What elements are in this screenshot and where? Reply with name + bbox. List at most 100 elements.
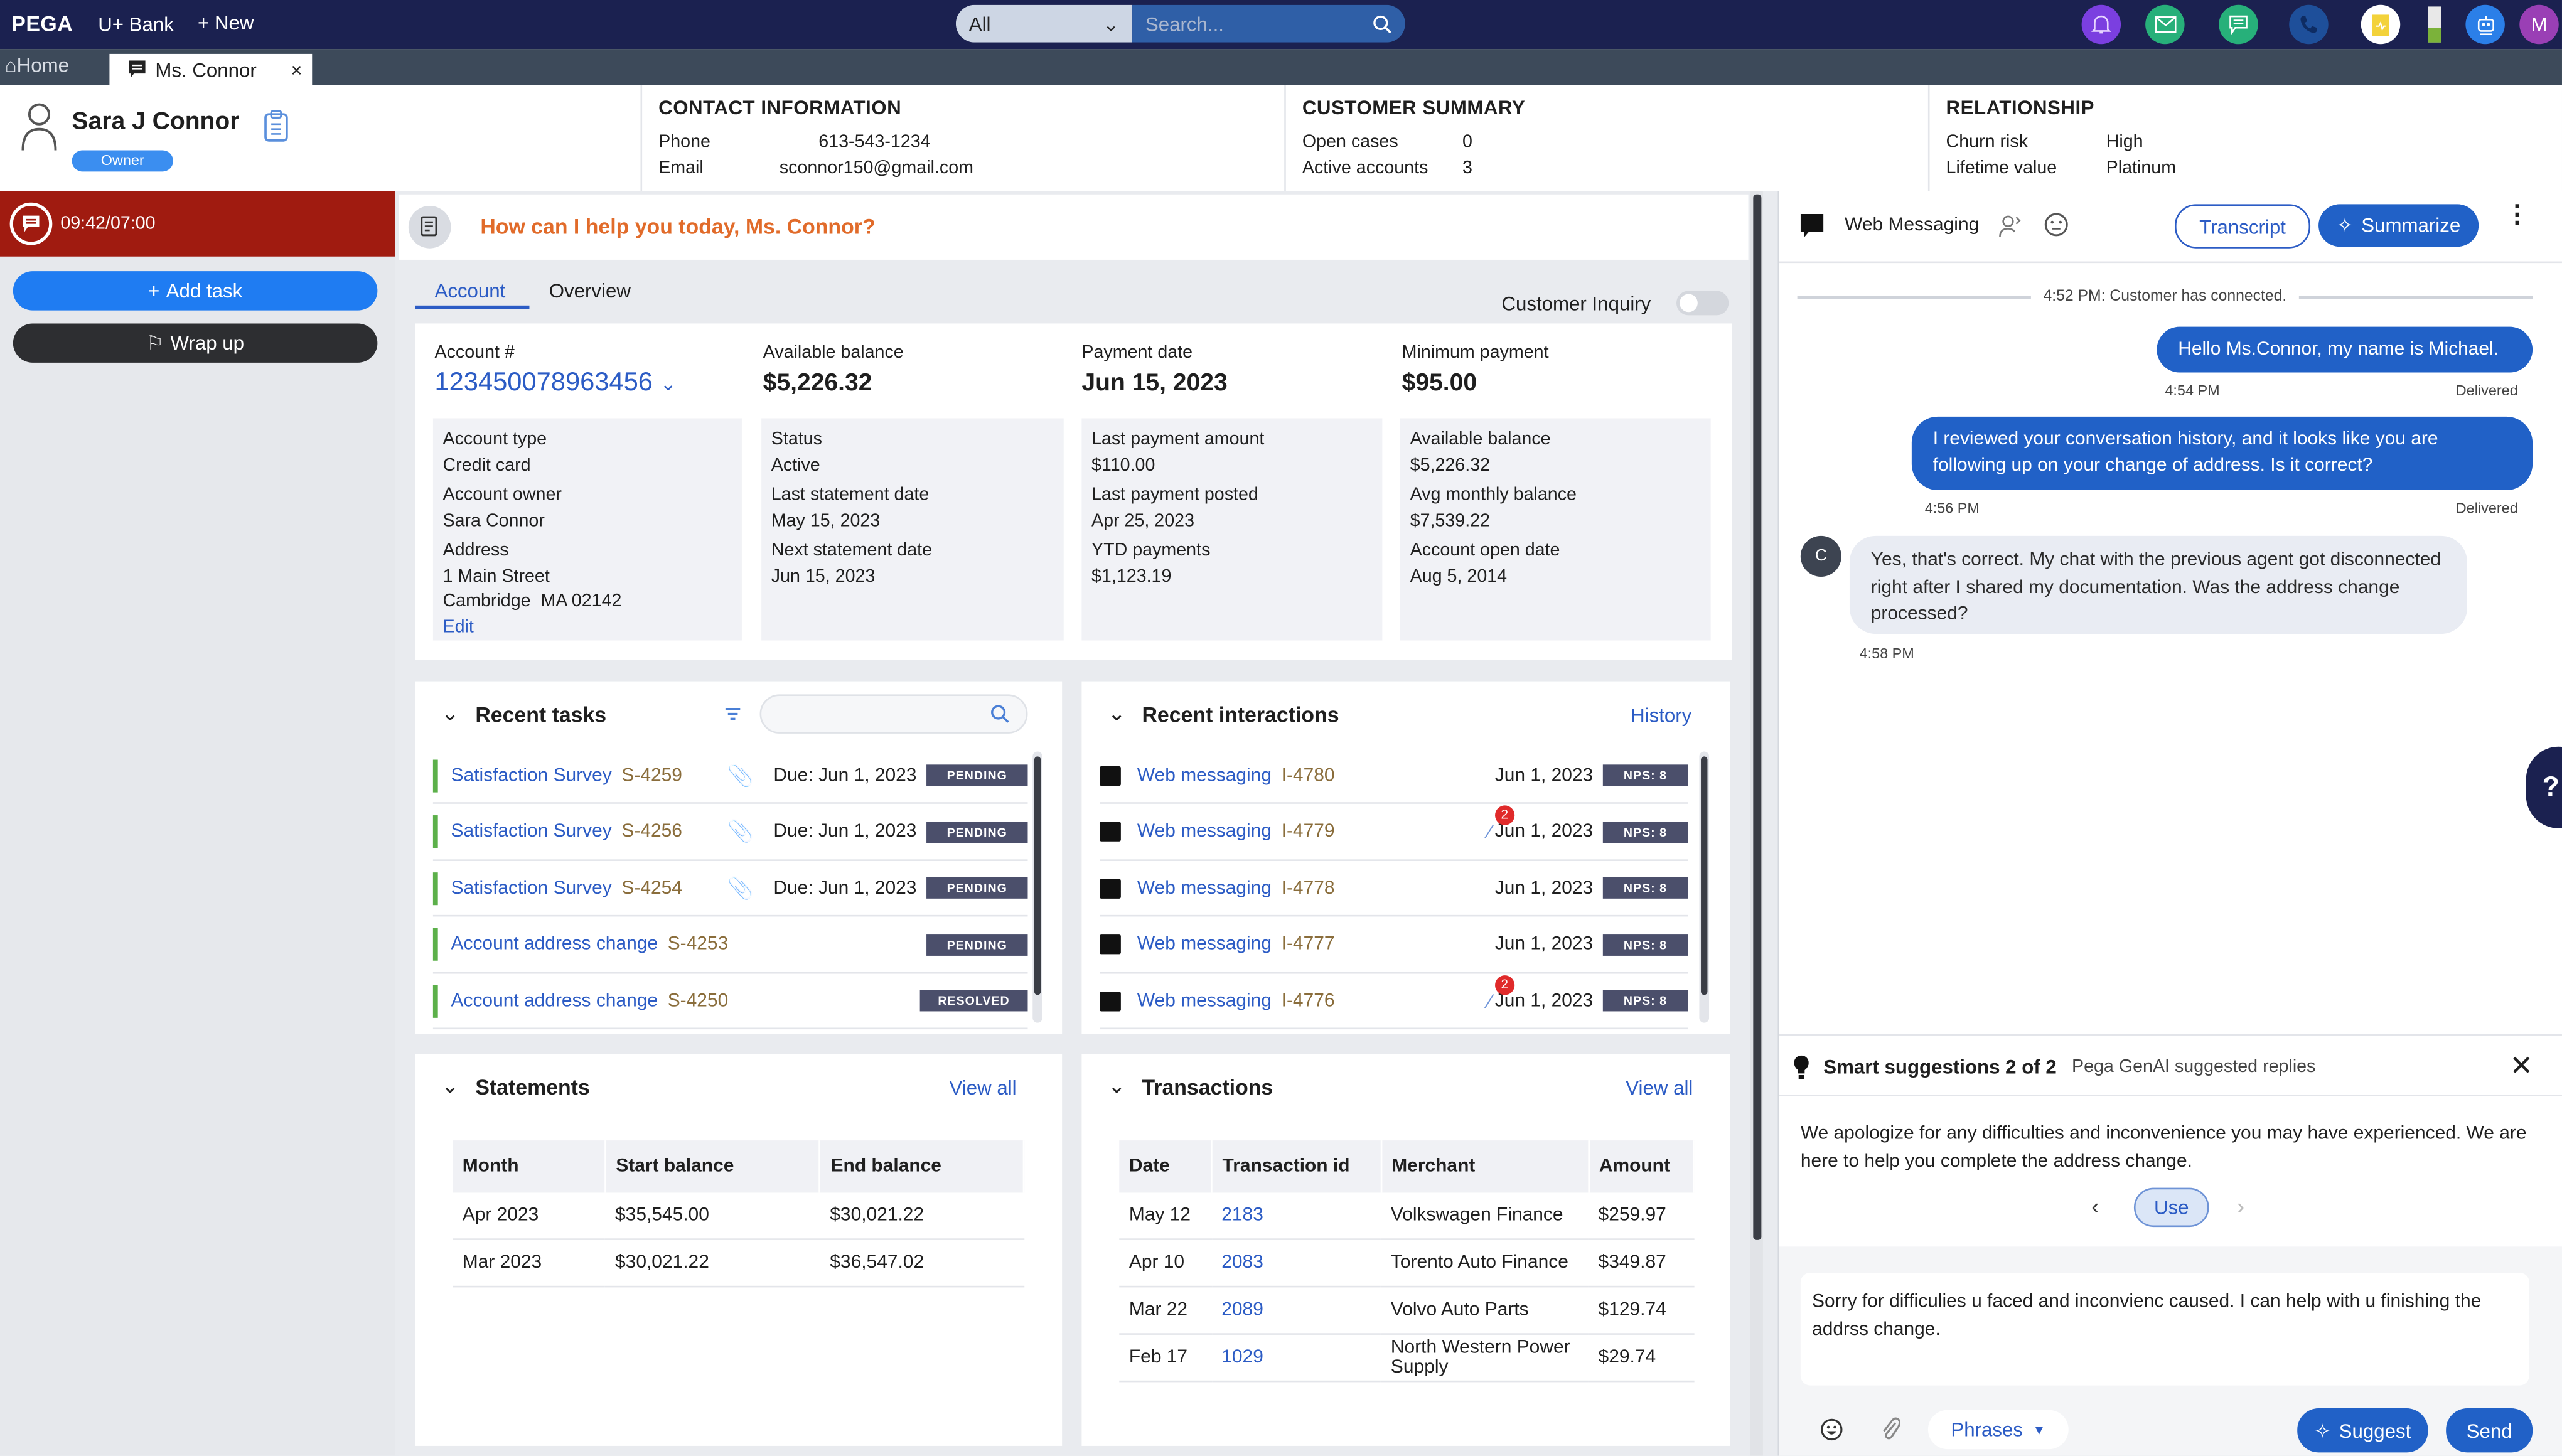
tab-home[interactable]: ⌂Home <box>5 54 69 77</box>
column-header[interactable]: End balance <box>820 1140 1025 1193</box>
column-header[interactable]: Start balance <box>605 1140 821 1193</box>
filter-icon[interactable] <box>724 706 742 724</box>
recent-tasks-header[interactable]: ⌄ Recent tasks <box>441 701 606 727</box>
task-row[interactable]: Account address change S-4253 PENDING <box>432 918 1028 973</box>
transactions-header[interactable]: ⌄ Transactions <box>1108 1073 1273 1100</box>
wrap-up-button[interactable]: ⚐ Wrap up <box>13 323 378 363</box>
customer-inquiry-label: Customer Inquiry <box>1501 292 1651 316</box>
search-icon[interactable] <box>1373 14 1392 33</box>
transaction-id-link[interactable]: 2183 <box>1211 1192 1381 1240</box>
column-header[interactable]: Amount <box>1588 1140 1695 1193</box>
add-task-button[interactable]: + Add task <box>13 271 378 311</box>
clipboard-icon[interactable] <box>2361 4 2401 45</box>
bot-icon[interactable] <box>2465 4 2505 45</box>
transaction-id-link[interactable]: 1029 <box>1211 1334 1381 1383</box>
statements-view-all-link[interactable]: View all <box>950 1077 1017 1100</box>
interactions-scrollbar[interactable] <box>1699 751 1710 1023</box>
transcript-button[interactable]: Transcript <box>2174 204 2311 249</box>
transfer-agent-icon[interactable] <box>1998 214 2021 238</box>
tab-ms-connor[interactable]: Ms. Connor × <box>109 53 313 85</box>
plus-icon: + <box>197 11 210 35</box>
mail-icon[interactable] <box>2145 4 2185 45</box>
task-due-date: Due: Jun 1, 2023 <box>773 878 917 898</box>
transaction-cell: Torento Auto Finance <box>1381 1239 1589 1288</box>
wrap-up-label: Wrap up <box>170 331 245 355</box>
history-link[interactable]: History <box>1631 704 1691 727</box>
interaction-name-link[interactable]: Web messaging <box>1137 934 1272 954</box>
tab-account[interactable]: Account <box>434 279 505 302</box>
tab-overview[interactable]: Overview <box>549 279 631 302</box>
interaction-name-link[interactable]: Web messaging <box>1137 822 1272 841</box>
web-messaging-icon <box>1100 990 1121 1011</box>
previous-suggestion-icon[interactable]: ‹ <box>2091 1192 2099 1219</box>
suggest-button[interactable]: ✧ Suggest <box>2297 1408 2428 1453</box>
task-name-link[interactable]: Account address change <box>451 991 658 1010</box>
task-name-link[interactable]: Satisfaction Survey <box>451 822 612 841</box>
message-input[interactable]: Sorry for difficulies u faced and inconv… <box>1800 1272 2529 1386</box>
task-row[interactable]: Satisfaction Survey S-4259 📎 Due: Jun 1, 20… <box>432 748 1028 804</box>
task-row[interactable]: Account address change S-4250 RESOLVED <box>432 974 1028 1030</box>
attachment-icon[interactable] <box>1880 1416 1900 1441</box>
summarize-button[interactable]: ✧ Summarize <box>2318 204 2479 247</box>
task-row[interactable]: Satisfaction Survey S-4256 📎 Due: Jun 1, 20… <box>432 805 1028 860</box>
customer-inquiry-toggle[interactable] <box>1676 291 1729 316</box>
search-icon[interactable] <box>990 704 1010 724</box>
task-name-link[interactable]: Satisfaction Survey <box>451 878 612 897</box>
nps-badge: NPS: 8 <box>1602 990 1688 1012</box>
interaction-name-link[interactable]: Web messaging <box>1137 766 1272 785</box>
transaction-id-link[interactable]: 2089 <box>1211 1287 1381 1335</box>
column-header[interactable]: Date <box>1119 1140 1213 1193</box>
task-name-link[interactable]: Account address change <box>451 934 658 954</box>
recent-interactions-header[interactable]: ⌄ Recent interactions <box>1108 701 1339 727</box>
transaction-cell: $349.87 <box>1588 1239 1694 1288</box>
interaction-row[interactable]: Web messaging I-4778 Jun 1, 2023 NPS: 8 <box>1100 861 1688 917</box>
next-suggestion-icon[interactable]: › <box>2237 1192 2244 1219</box>
emoji-icon[interactable] <box>1820 1418 1843 1441</box>
edit-address-link[interactable]: Edit <box>442 615 732 640</box>
search-scope-select[interactable]: All ⌄ <box>955 4 1133 43</box>
column-header[interactable]: Month <box>453 1140 606 1193</box>
tasks-scrollbar[interactable] <box>1032 751 1042 1023</box>
interaction-row[interactable]: Web messaging I-4776 ∕ 2 Jun 1, 2023 NPS: 8 <box>1100 974 1688 1030</box>
interaction-row[interactable]: Web messaging I-4779 ∕ 2 Jun 1, 2023 NPS: 8 <box>1100 805 1688 860</box>
close-tab-icon[interactable]: × <box>291 58 302 80</box>
chat-icon[interactable] <box>2219 4 2258 45</box>
transactions-view-all-link[interactable]: View all <box>1626 1077 1693 1100</box>
task-row[interactable]: Satisfaction Survey S-4254 📎 Due: Jun 1, 20… <box>432 861 1028 917</box>
use-suggestion-button[interactable]: Use <box>2133 1187 2209 1228</box>
send-button[interactable]: Send <box>2446 1408 2533 1453</box>
sentiment-neutral-icon[interactable] <box>2044 212 2069 237</box>
attachment-indicator[interactable]: ∕ 2 <box>1488 805 1514 843</box>
attachment-count-badge: 2 <box>1494 805 1514 825</box>
interaction-name-link[interactable]: Web messaging <box>1137 878 1272 897</box>
attachment-icon[interactable]: 📎 <box>727 762 754 788</box>
user-avatar[interactable]: M <box>2519 4 2559 45</box>
column-header[interactable]: Merchant <box>1381 1140 1590 1193</box>
attachment-indicator[interactable]: ∕ 2 <box>1488 974 1514 1012</box>
phrases-dropdown[interactable]: Phrases ▼ <box>1927 1410 2069 1450</box>
more-options-icon[interactable]: ⋮ <box>2505 203 2529 227</box>
tasks-search-input[interactable] <box>759 694 1028 734</box>
script-icon[interactable] <box>408 206 451 249</box>
close-suggestions-icon[interactable]: ✕ <box>2510 1051 2533 1083</box>
new-button[interactable]: + New <box>198 11 254 34</box>
phone-icon[interactable] <box>2289 4 2329 45</box>
pega-logo[interactable]: PEGA <box>11 11 73 36</box>
app-name[interactable]: U+ Bank <box>98 13 174 36</box>
account-number-select[interactable]: 123450078963456 ⌄ <box>434 369 676 399</box>
main-scrollbar[interactable] <box>1750 191 1763 1456</box>
transaction-id-link[interactable]: 2083 <box>1211 1239 1381 1288</box>
column-header[interactable]: Transaction id <box>1211 1140 1382 1193</box>
transaction-cell: Feb 17 <box>1119 1334 1212 1383</box>
interaction-row[interactable]: Web messaging I-4777 Jun 1, 2023 NPS: 8 <box>1100 918 1688 973</box>
search-input[interactable]: Search... <box>1132 4 1405 43</box>
attachment-icon[interactable]: 📎 <box>727 818 754 845</box>
clipboard-icon[interactable] <box>263 109 289 142</box>
customer-avatar: C <box>1800 535 1841 577</box>
interaction-row[interactable]: Web messaging I-4780 Jun 1, 2023 NPS: 8 <box>1100 748 1688 804</box>
task-name-link[interactable]: Satisfaction Survey <box>451 766 612 785</box>
attachment-icon[interactable]: 📎 <box>727 875 754 901</box>
interaction-name-link[interactable]: Web messaging <box>1137 991 1272 1010</box>
statements-header[interactable]: ⌄ Statements <box>441 1073 590 1100</box>
bell-icon[interactable] <box>2081 4 2121 45</box>
